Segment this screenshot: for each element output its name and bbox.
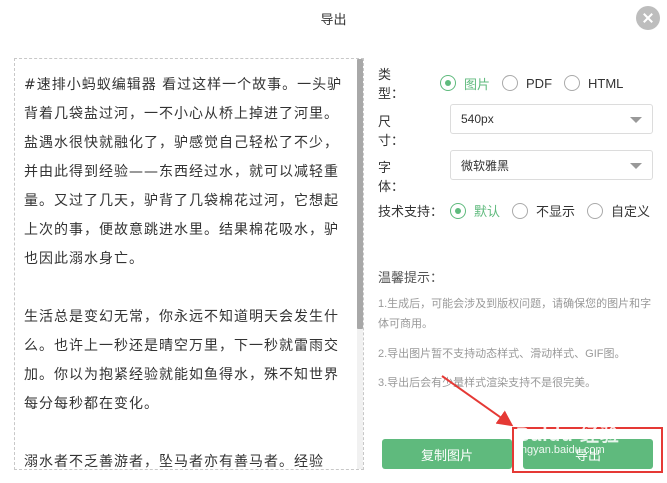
annotation-arrow (441, 375, 514, 427)
export-dialog: 导出 #速排小蚂蚁编辑器 看过这样一个故事。一头驴背着几袋盐过河，一不小心从桥上… (0, 0, 667, 483)
watermark-logo: Baidu 经验 (516, 425, 621, 446)
watermark-url: jingyan.baidu.com (516, 444, 605, 456)
